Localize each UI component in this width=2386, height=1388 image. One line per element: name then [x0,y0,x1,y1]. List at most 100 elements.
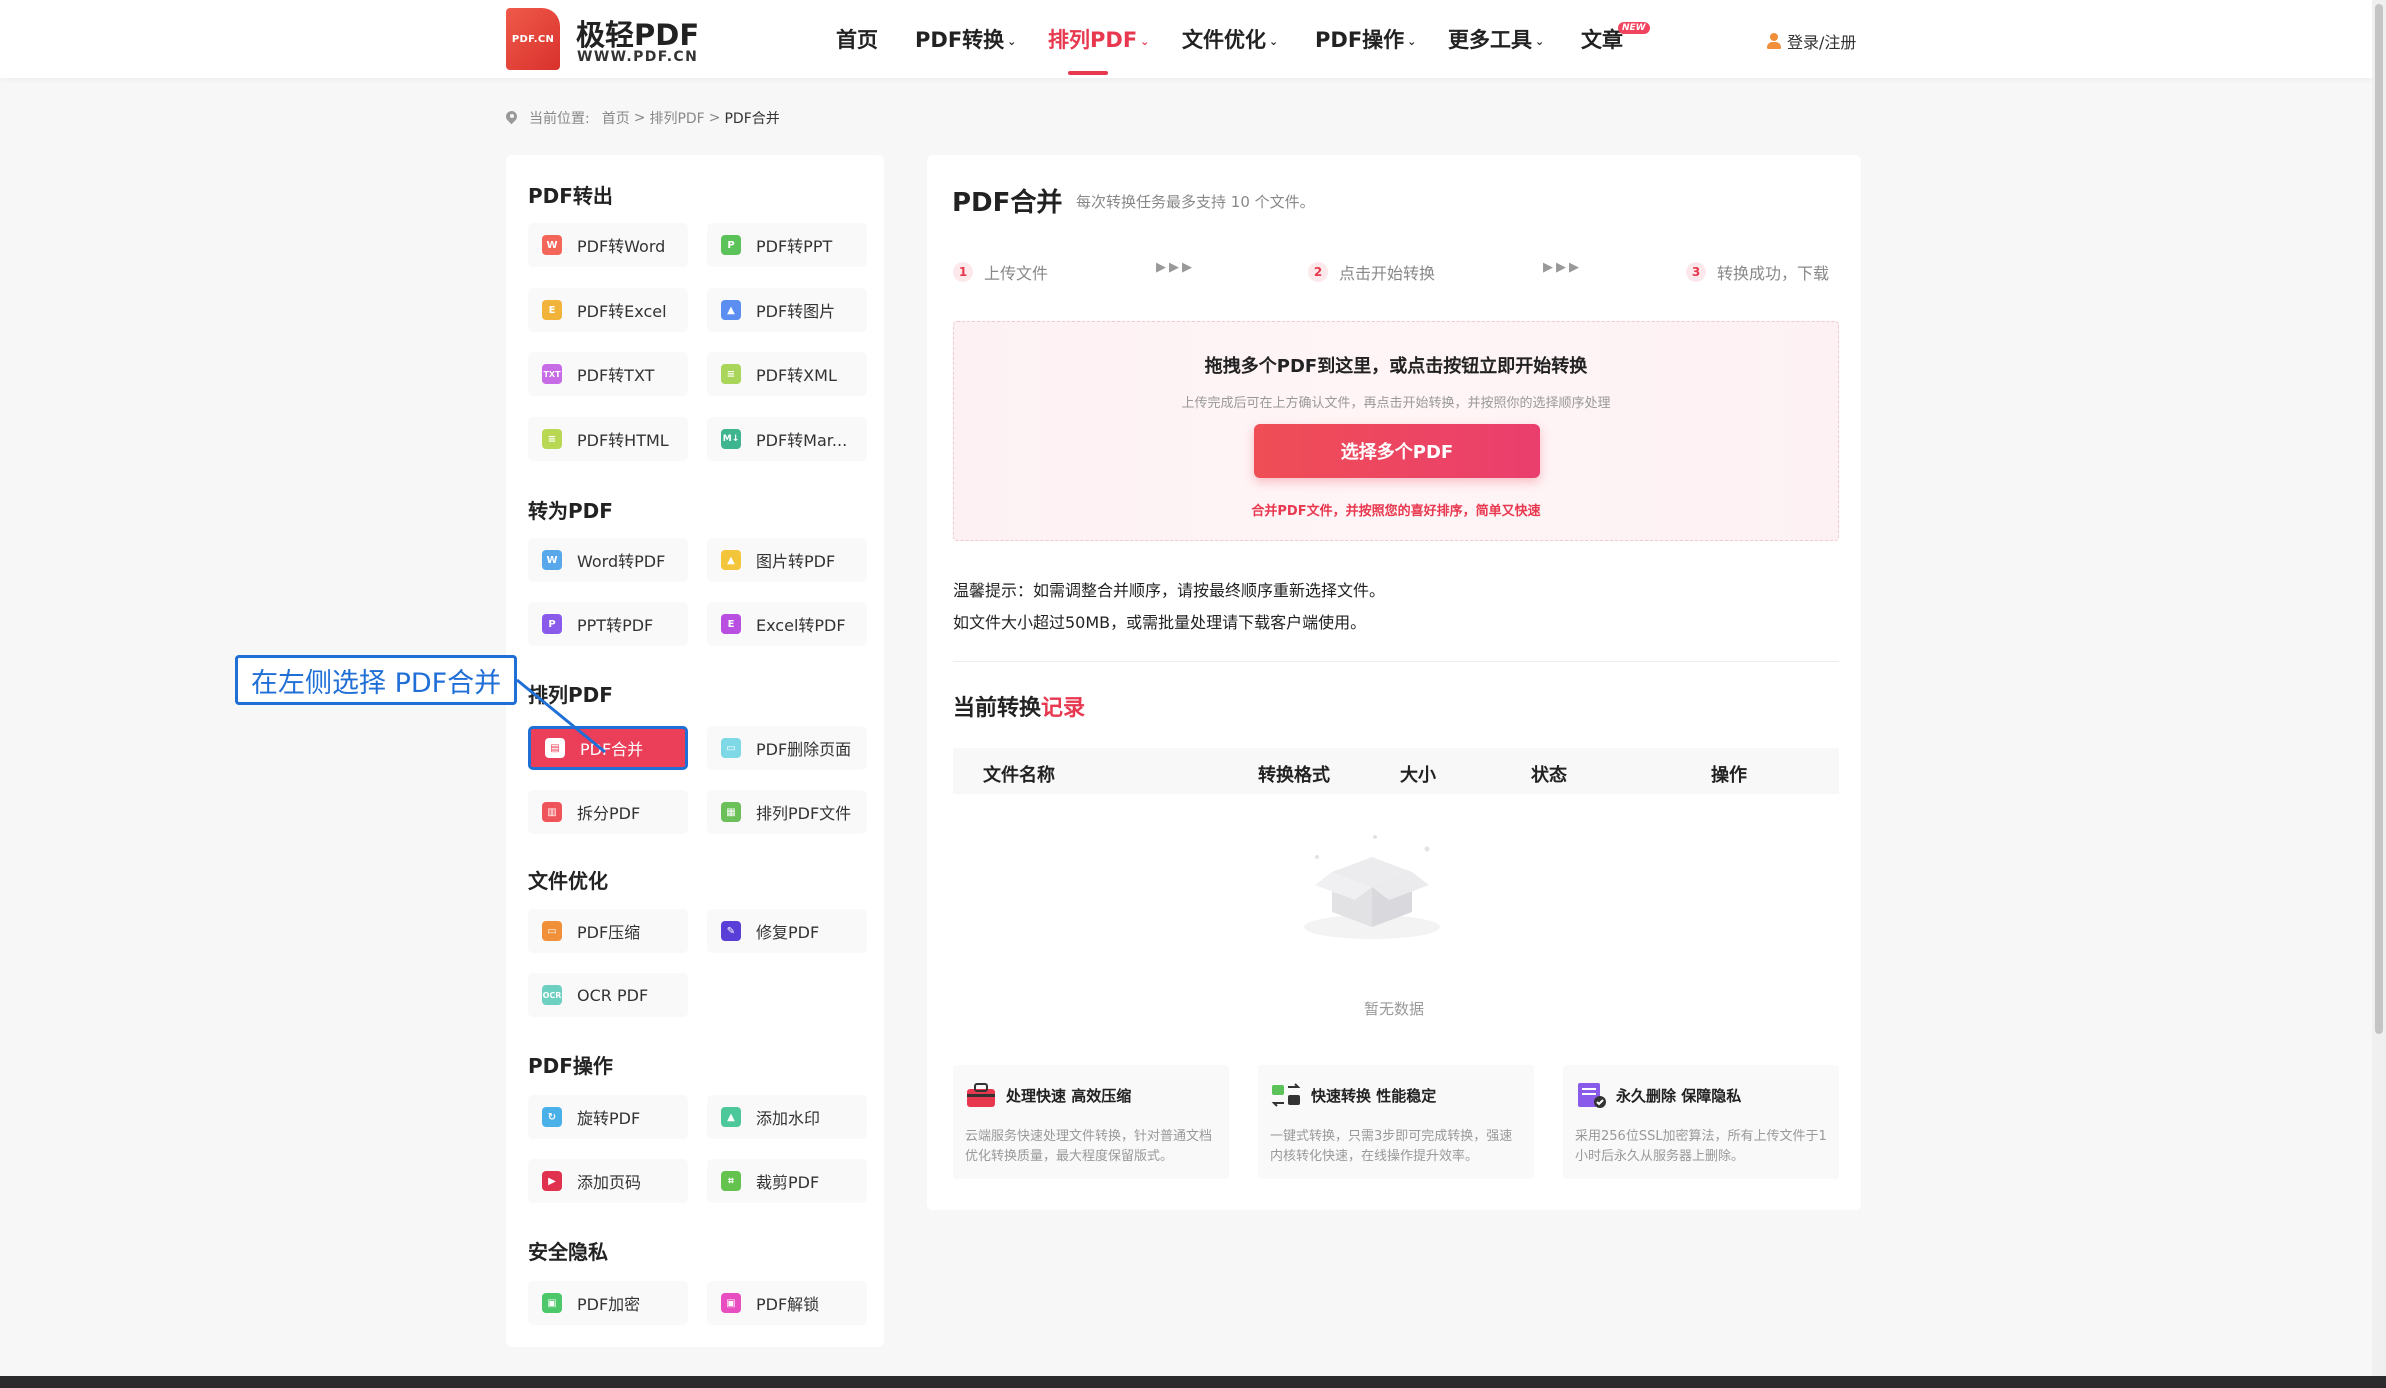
drop-zone-hint: 上传完成后可在上方确认文件，再点击开始转换，并按照你的选择顺序处理 [1181,396,1611,411]
feature-title: 永久删除 保障隐私 [1616,1087,1742,1105]
unlock-icon: ▣ [721,1293,741,1313]
section-title-security: 安全隐私 [528,1240,608,1264]
tool-rotate-pdf[interactable]: ↻ 旋转PDF [528,1095,688,1139]
logo-badge-text: PDF.CN [511,33,555,45]
breadcrumb-separator: > [633,110,646,126]
tool-pdf-encrypt[interactable]: ▣ PDF加密 [528,1281,688,1325]
delete-pages-icon: ▭ [721,738,741,758]
new-badge: NEW [1618,22,1650,34]
convert-arrows-icon [1271,1083,1301,1107]
file-drop-zone[interactable]: 拖拽多个PDF到这里，或点击按钮立即开始转换 上传完成后可在上方确认文件，再点击… [953,321,1839,541]
tool-pdf-to-word[interactable]: W PDF转Word [528,223,688,267]
records-title: 当前转换记录 [953,696,1086,721]
breadcrumb-home-link[interactable]: 首页 [602,108,630,128]
annotation-callout: 在左侧选择 PDF合并 [235,655,517,705]
txt-file-icon: TXT [542,364,562,384]
nav-home[interactable]: 首页 [836,24,878,54]
empty-box-icon [1304,835,1440,939]
nav-more-tools[interactable]: 更多工具 ⌄ [1448,24,1544,54]
tool-ppt-to-pdf[interactable]: P PPT转PDF [528,602,688,646]
login-register-link[interactable]: 登录/注册 [1767,29,1856,53]
feature-title: 快速转换 性能稳定 [1311,1087,1437,1105]
html-file-icon: ≡ [542,429,562,449]
login-label: 登录/注册 [1787,33,1857,52]
step-label: 转换成功，下载 [1717,264,1830,283]
nav-articles[interactable]: 文章 [1581,24,1623,54]
chevron-down-icon: ⌄ [1140,34,1150,48]
chevron-down-icon: ⌄ [1535,34,1545,48]
grid-arrange-icon: ▦ [721,802,741,822]
tip-line: 如文件大小超过50MB，或需批量处理请下载客户端使用。 [953,613,1367,632]
secure-delete-icon [1578,1083,1606,1108]
breadcrumb-parent-link[interactable]: 排列PDF [649,108,704,128]
tool-pdf-compress[interactable]: ▭ PDF压缩 [528,909,688,953]
tool-ocr-pdf[interactable]: OCR OCR PDF [528,973,688,1017]
nav-pdf-convert[interactable]: PDF转换 ⌄ [915,24,1016,54]
tool-crop-pdf[interactable]: ⌗ 裁剪PDF [707,1159,867,1203]
word-file-icon: W [542,235,562,255]
ppt-file-icon: P [542,614,562,634]
word-file-icon: W [542,550,562,570]
section-title-arrange-pdf: 排列PDF [528,683,613,707]
tool-image-to-pdf[interactable]: ▲ 图片转PDF [707,538,867,582]
feature-description: 采用256位SSL加密算法，所有上传文件于1小时后永久从服务器上删除。 [1575,1129,1827,1164]
tool-pdf-to-image[interactable]: ▲ PDF转图片 [707,288,867,332]
tool-add-watermark[interactable]: ▲ 添加水印 [707,1095,867,1139]
excel-file-icon: E [542,300,562,320]
page-scrollbar[interactable] [2372,0,2386,1376]
feature-description: 一键式转换，只需3步即可完成转换，强速内核转化快速，在线操作提升效率。 [1270,1129,1513,1164]
step-number: 2 [1308,262,1328,282]
tool-excel-to-pdf[interactable]: E Excel转PDF [707,602,867,646]
tip-line: 温馨提示：如需调整合并顺序，请按最终顺序重新选择文件。 [953,581,1386,600]
step-start: 2 点击开始转换 [1308,260,1435,284]
select-pdfs-button[interactable]: 选择多个PDF [1254,424,1540,478]
column-header-status: 状态 [1531,765,1567,786]
column-header-size: 大小 [1400,765,1436,786]
main-panel: PDF合并 每次转换任务最多支持 10 个文件。 1 上传文件 ▶▶▶ 2 点击开始… [927,155,1861,1210]
tool-pdf-to-html[interactable]: ≡ PDF转HTML [528,417,688,461]
step-number: 3 [1686,262,1706,282]
location-pin-icon [506,111,517,126]
tool-pdf-delete-pages[interactable]: ▭ PDF删除页面 [707,726,867,770]
tool-pdf-merge[interactable]: ▤ PDF合并 [528,726,688,770]
user-icon [1767,33,1781,49]
section-divider [953,661,1839,662]
rotate-icon: ↻ [542,1107,562,1127]
step-number: 1 [953,262,973,282]
tool-pdf-to-ppt[interactable]: P PDF转PPT [707,223,867,267]
tool-pdf-to-excel[interactable]: E PDF转Excel [528,288,688,332]
ocr-icon: OCR [542,985,562,1005]
tool-add-page-numbers[interactable]: ▶ 添加页码 [528,1159,688,1203]
column-header-filename: 文件名称 [983,765,1055,786]
tool-pdf-to-xml[interactable]: ≡ PDF转XML [707,352,867,396]
breadcrumb-current: PDF合并 [724,111,780,127]
tool-arrange-pdf-file[interactable]: ▦ 排列PDF文件 [707,790,867,834]
tool-repair-pdf[interactable]: ✎ 修复PDF [707,909,867,953]
nav-pdf-operations[interactable]: PDF操作 ⌄ [1315,24,1416,54]
step-label: 上传文件 [984,264,1049,283]
breadcrumb-separator: > [708,110,721,126]
logo-title[interactable]: 极轻PDF [576,12,699,54]
tool-pdf-to-markdown[interactable]: M↓ PDF转Mar... [707,417,867,461]
footer-bar [0,1376,2386,1388]
scrollbar-thumb[interactable] [2375,4,2383,1034]
logo-icon[interactable]: PDF.CN [506,8,560,70]
merge-file-icon: ▤ [545,738,565,758]
section-title-pdf-operations: PDF操作 [528,1054,613,1078]
nav-arrange-pdf[interactable]: 排列PDF ⌄ [1048,24,1149,54]
tool-split-pdf[interactable]: ▥ 拆分PDF [528,790,688,834]
section-title-file-optimize: 文件优化 [528,869,608,893]
tool-word-to-pdf[interactable]: W Word转PDF [528,538,688,582]
tool-pdf-unlock[interactable]: ▣ PDF解锁 [707,1281,867,1325]
feature-card-stable: 快速转换 性能稳定 一键式转换，只需3步即可完成转换，强速内核转化快速，在线操作… [1258,1065,1534,1179]
split-file-icon: ▥ [542,802,562,822]
tool-pdf-to-txt[interactable]: TXT PDF转TXT [528,352,688,396]
feature-title: 处理快速 高效压缩 [1006,1087,1132,1105]
nav-file-optimize[interactable]: 文件优化 ⌄ [1182,24,1278,54]
drop-zone-note: 合并PDF文件，并按照您的喜好排序，简单又快速 [1251,504,1541,519]
page-subtitle: 每次转换任务最多支持 10 个文件。 [1076,193,1315,211]
breadcrumb: 当前位置: 首页 > 排列PDF > PDF合并 [506,108,780,128]
watermark-icon: ▲ [721,1107,741,1127]
wrench-icon: ✎ [721,921,741,941]
logo-subtitle: WWW.PDF.CN [577,49,699,65]
